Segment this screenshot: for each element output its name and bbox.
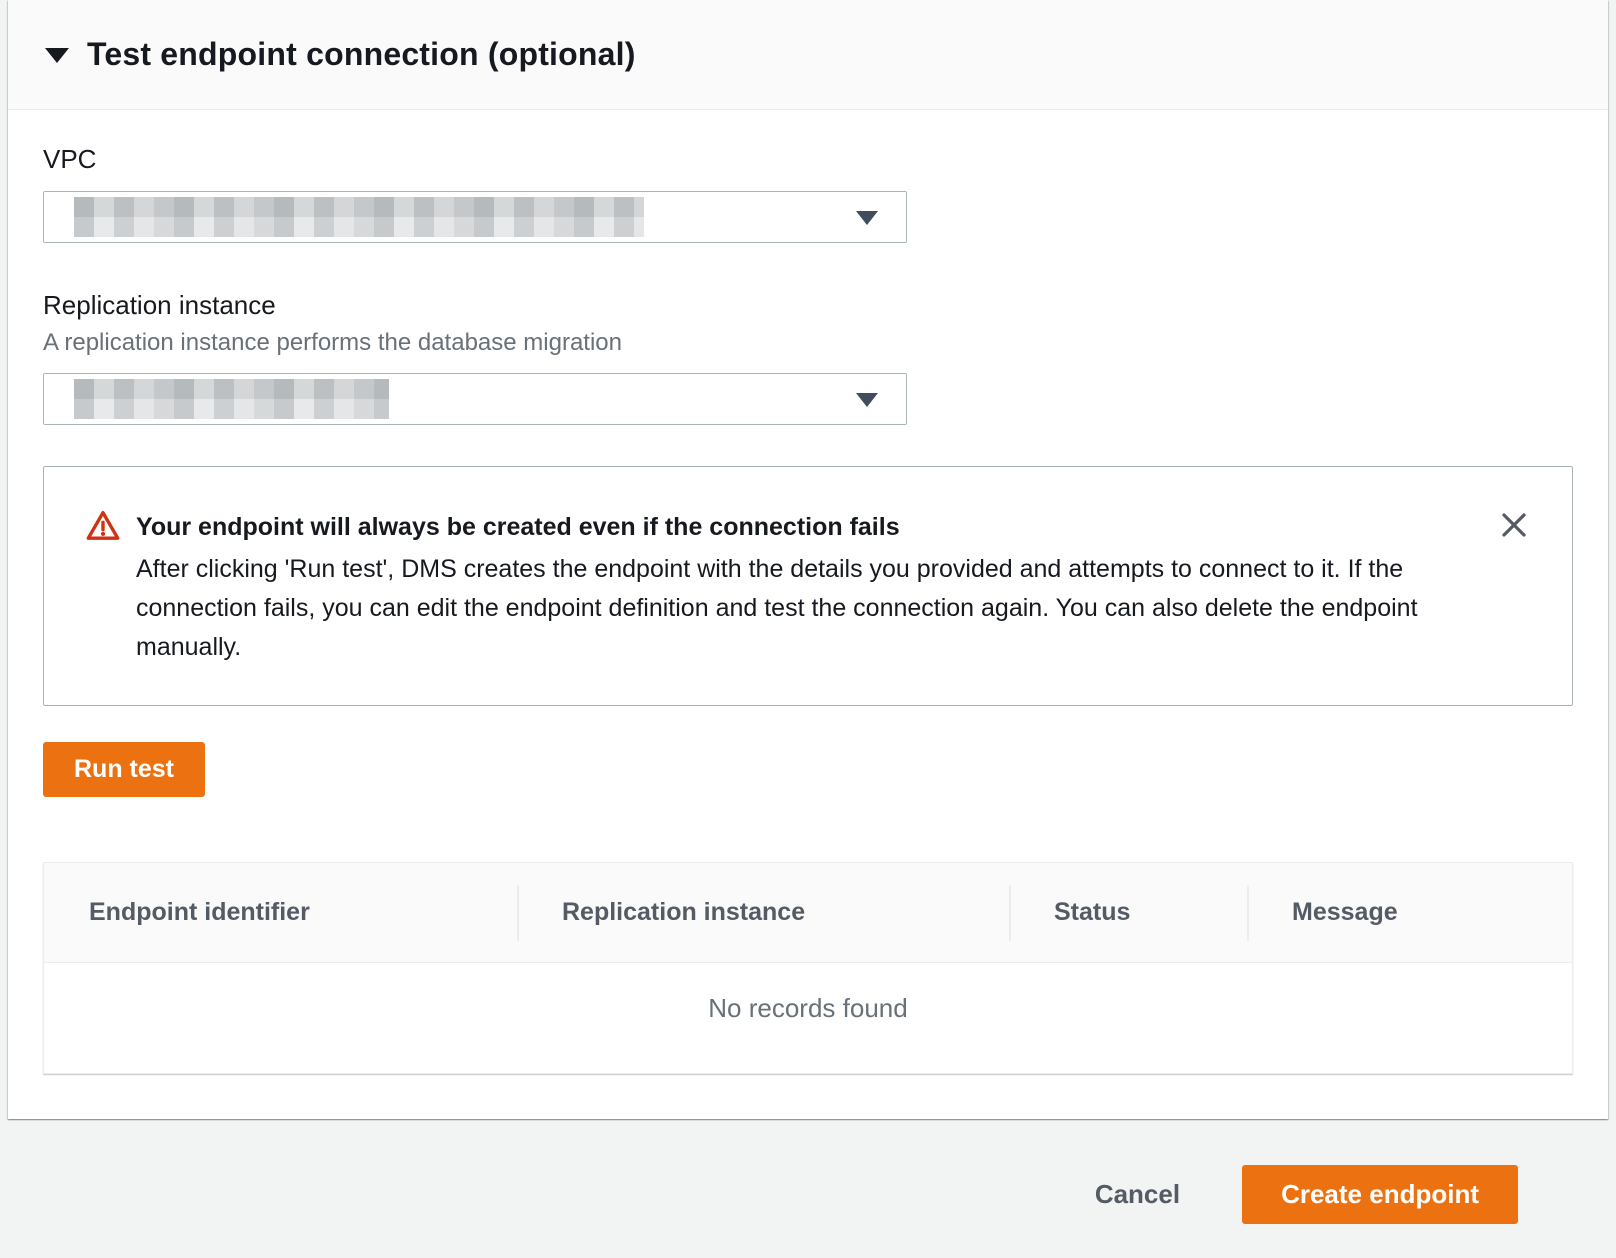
- caret-down-icon: [856, 211, 878, 225]
- warning-body: After clicking 'Run test', DMS creates t…: [136, 550, 1441, 667]
- replication-instance-redacted-value: [74, 379, 389, 419]
- column-header-replication-instance: Replication instance: [517, 898, 1009, 927]
- vpc-label: VPC: [43, 144, 1573, 175]
- warning-triangle-icon: [86, 509, 120, 667]
- caret-down-icon: [856, 393, 878, 407]
- warning-title: Your endpoint will always be created eve…: [136, 511, 1441, 543]
- column-header-status: Status: [1009, 898, 1247, 927]
- section-title: Test endpoint connection (optional): [87, 36, 636, 73]
- vpc-redacted-value: [74, 197, 644, 237]
- column-header-message: Message: [1247, 898, 1572, 927]
- replication-instance-description: A replication instance performs the data…: [43, 329, 1573, 357]
- close-icon[interactable]: [1492, 503, 1536, 547]
- run-test-button[interactable]: Run test: [43, 742, 205, 797]
- table-header-row: Endpoint identifier Replication instance…: [44, 863, 1572, 963]
- cancel-button[interactable]: Cancel: [1095, 1179, 1180, 1210]
- footer-action-bar: Cancel Create endpoint: [0, 1165, 1616, 1224]
- replication-instance-select[interactable]: [43, 373, 907, 425]
- test-results-table: Endpoint identifier Replication instance…: [43, 862, 1573, 1074]
- section-content: VPC Replication instance A replication i…: [8, 110, 1608, 1119]
- vpc-select[interactable]: [43, 191, 907, 243]
- collapse-triangle-icon: [45, 48, 69, 63]
- create-endpoint-button[interactable]: Create endpoint: [1242, 1165, 1518, 1224]
- empty-state-message: No records found: [44, 963, 1572, 1073]
- test-endpoint-connection-panel: Test endpoint connection (optional) VPC …: [8, 0, 1608, 1119]
- replication-instance-label: Replication instance: [43, 290, 1573, 321]
- column-header-endpoint-identifier: Endpoint identifier: [44, 898, 517, 927]
- section-toggle[interactable]: Test endpoint connection (optional): [8, 0, 1608, 110]
- endpoint-warning-alert: Your endpoint will always be created eve…: [43, 466, 1573, 706]
